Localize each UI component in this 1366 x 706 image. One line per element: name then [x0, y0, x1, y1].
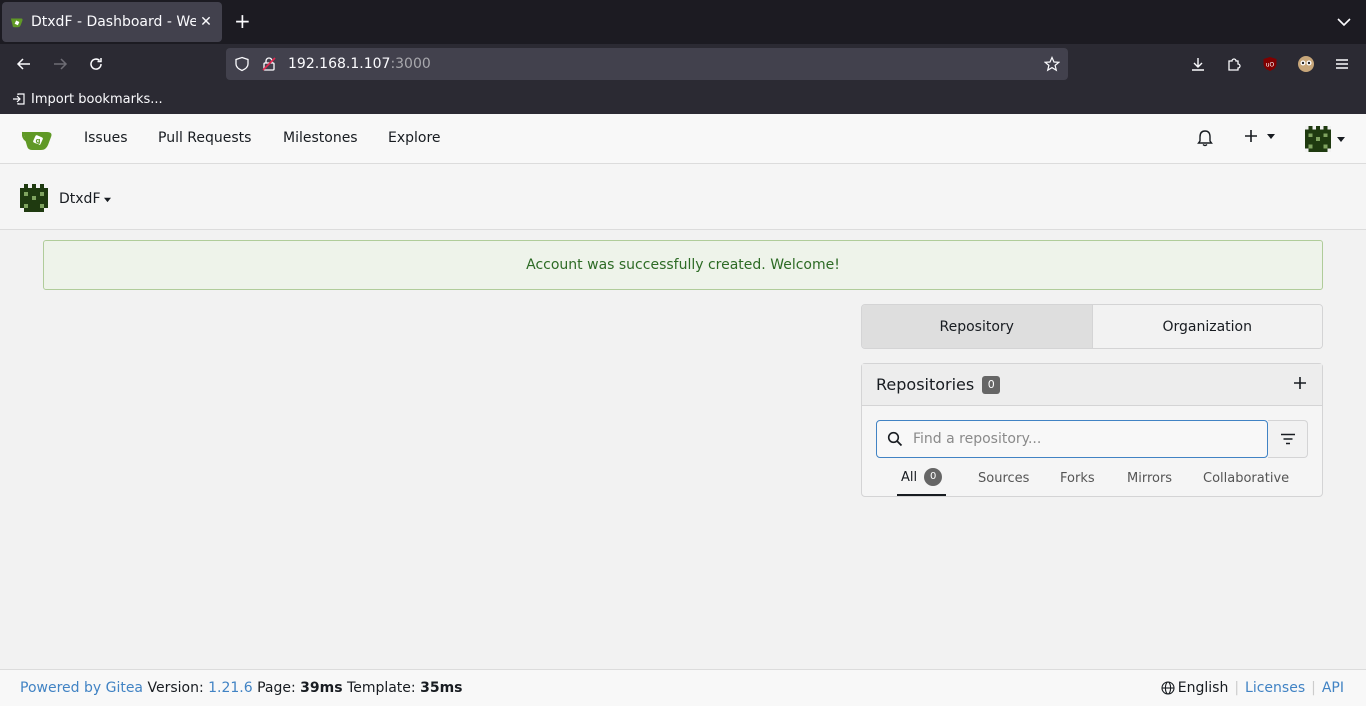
caret-down-icon: [1337, 137, 1345, 142]
tab-title: DtxdF - Dashboard - Welcome: [31, 14, 196, 30]
repo-tab-all[interactable]: All 0: [897, 460, 947, 496]
repo-tab-sources[interactable]: Sources: [978, 460, 1029, 496]
gitea-navbar: g Issues Pull Requests Milestones Explor…: [0, 114, 1366, 164]
globe-icon: [1161, 681, 1175, 695]
insecure-lock-icon[interactable]: [261, 56, 277, 72]
gitea-logo-icon[interactable]: g: [22, 125, 54, 153]
powered-by-link[interactable]: Powered by Gitea: [20, 680, 143, 696]
downloads-icon[interactable]: [1188, 54, 1208, 74]
api-link[interactable]: API: [1322, 680, 1344, 696]
gitea-favicon-icon: [10, 18, 23, 28]
tab-repository[interactable]: Repository: [862, 305, 1093, 348]
avatar: [1305, 126, 1331, 152]
app-menu-icon[interactable]: [1332, 54, 1352, 74]
create-menu-button[interactable]: [1243, 128, 1275, 144]
template-time-label: Template:: [347, 680, 416, 696]
footer-divider: |: [1311, 680, 1316, 696]
dashboard-repo-org-tabs: Repository Organization: [861, 304, 1323, 349]
page-footer: Powered by Gitea Version: 1.21.6 Page: 3…: [0, 669, 1366, 706]
import-icon: [13, 93, 25, 105]
nav-issues[interactable]: Issues: [84, 130, 128, 146]
ublock-icon[interactable]: uO: [1260, 54, 1280, 74]
template-time: 35ms: [420, 680, 463, 696]
shield-icon[interactable]: [234, 56, 250, 72]
repositories-header: Repositories 0: [862, 364, 1322, 406]
caret-down-icon: [103, 197, 111, 202]
footer-divider: |: [1234, 680, 1240, 696]
nav-explore[interactable]: Explore: [388, 130, 441, 146]
search-icon: [887, 431, 903, 447]
repo-filter-tabs: All 0 Sources Forks Mirrors Collaborativ…: [862, 460, 1322, 496]
nav-milestones[interactable]: Milestones: [283, 130, 358, 146]
repositories-title: Repositories: [876, 375, 975, 394]
language-label: English: [1177, 680, 1229, 696]
repo-tab-forks[interactable]: Forks: [1060, 460, 1095, 496]
repositories-count-badge: 0: [982, 375, 1001, 394]
repo-tab-all-count: 0: [924, 468, 943, 486]
alert-message: Account was successfully created. Welcom…: [526, 257, 840, 273]
version-label: Version:: [147, 680, 204, 696]
svg-text:g: g: [35, 137, 40, 145]
footer-left: Powered by Gitea Version: 1.21.6 Page: 3…: [20, 680, 463, 696]
page-time: 39ms: [300, 680, 343, 696]
bookmarks-bar: Import bookmarks...: [0, 84, 1366, 114]
repo-tab-mirrors[interactable]: Mirrors: [1127, 460, 1172, 496]
import-bookmarks-link[interactable]: Import bookmarks...: [31, 92, 163, 107]
version-link[interactable]: 1.21.6: [208, 680, 253, 696]
repo-tab-all-label: All: [901, 469, 918, 485]
list-tabs-icon[interactable]: [1336, 14, 1352, 30]
licenses-link[interactable]: Licenses: [1245, 680, 1305, 696]
context-switcher[interactable]: DtxdF: [59, 191, 111, 207]
dashboard-context-bar: DtxdF: [0, 164, 1366, 230]
browser-toolbar: 192.168.1.107:3000 uO: [0, 44, 1366, 84]
bookmark-star-icon[interactable]: [1044, 56, 1060, 72]
forward-arrow-icon[interactable]: [50, 54, 70, 74]
page-time-label: Page:: [257, 680, 296, 696]
url-host: 192.168.1.107: [288, 56, 391, 72]
address-bar[interactable]: 192.168.1.107:3000: [226, 48, 1068, 80]
plus-icon: [1245, 130, 1257, 142]
notifications-bell-icon[interactable]: [1196, 129, 1214, 147]
tab-close-icon[interactable]: ✕: [198, 14, 214, 30]
new-repository-plus-icon[interactable]: [1292, 375, 1308, 391]
caret-down-icon: [1267, 134, 1275, 139]
url-port: :3000: [390, 56, 431, 72]
repo-tab-collaborative[interactable]: Collaborative: [1203, 460, 1289, 496]
browser-tabbar: DtxdF - Dashboard - Welcome ✕ +: [0, 0, 1366, 44]
tab-organization[interactable]: Organization: [1092, 305, 1322, 348]
repo-filter-button[interactable]: [1268, 420, 1308, 458]
nav-pull-requests[interactable]: Pull Requests: [158, 130, 251, 146]
context-username: DtxdF: [59, 191, 101, 207]
success-alert: Account was successfully created. Welcom…: [43, 240, 1323, 290]
repo-search-input[interactable]: [913, 421, 1267, 457]
repositories-panel: Repositories 0 All 0 Sources Forks Mirro…: [861, 363, 1323, 497]
extensions-icon[interactable]: [1224, 54, 1244, 74]
reload-icon[interactable]: [86, 54, 106, 74]
new-tab-icon[interactable]: +: [234, 11, 251, 31]
language-selector[interactable]: English: [1161, 680, 1229, 696]
back-arrow-icon[interactable]: [14, 54, 34, 74]
repo-search-field: [876, 420, 1268, 458]
context-avatar: [20, 184, 48, 212]
svg-text:uO: uO: [1266, 62, 1275, 69]
footer-right: English | Licenses | API: [1161, 680, 1344, 696]
browser-tab[interactable]: DtxdF - Dashboard - Welcome ✕: [2, 2, 222, 42]
profile-extension-icon[interactable]: [1296, 54, 1316, 74]
filter-icon: [1280, 433, 1295, 445]
user-menu-button[interactable]: [1305, 126, 1345, 152]
